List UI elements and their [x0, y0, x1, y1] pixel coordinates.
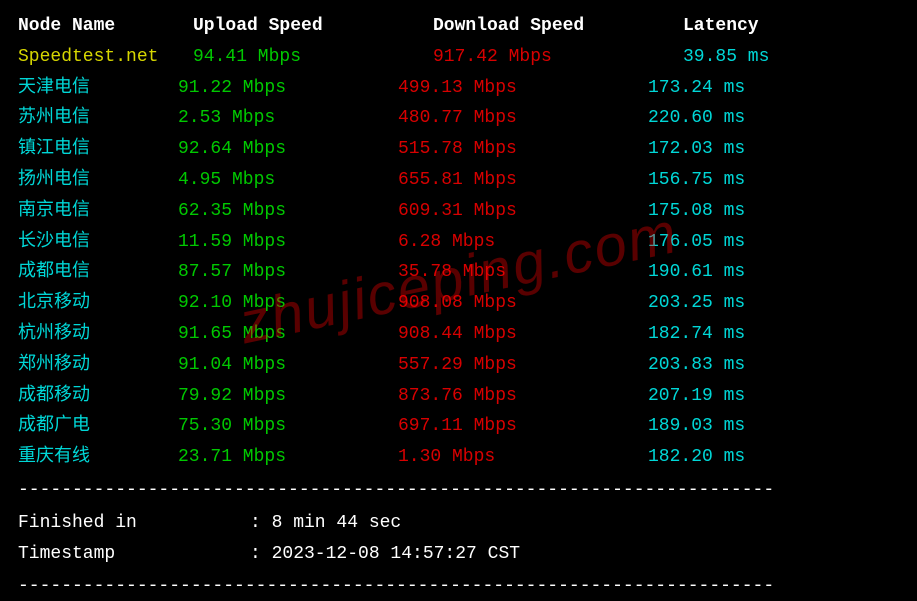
footer-timestamp: Timestamp : 2023-12-08 14:57:27 CST: [18, 540, 899, 569]
data-rows-container: 天津电信91.22 Mbps499.13 Mbps173.24 ms苏州电信2.…: [18, 74, 899, 472]
speedtest-row: Speedtest.net 94.41 Mbps 917.42 Mbps 39.…: [18, 43, 899, 72]
download-speed: 873.76 Mbps: [398, 382, 648, 411]
upload-speed: 91.65 Mbps: [178, 320, 398, 349]
latency-value: 190.61 ms: [648, 258, 899, 287]
footer-timestamp-value: : 2023-12-08 14:57:27 CST: [250, 540, 899, 569]
upload-speed: 4.95 Mbps: [178, 166, 398, 195]
upload-speed: 92.10 Mbps: [178, 289, 398, 318]
download-speed: 1.30 Mbps: [398, 443, 648, 472]
latency-value: 173.24 ms: [648, 74, 899, 103]
node-name: 长沙电信: [18, 228, 178, 257]
table-row: 长沙电信11.59 Mbps6.28 Mbps176.05 ms: [18, 228, 899, 257]
upload-speed: 23.71 Mbps: [178, 443, 398, 472]
upload-speed: 87.57 Mbps: [178, 258, 398, 287]
download-speed: 499.13 Mbps: [398, 74, 648, 103]
header-node: Node Name: [18, 12, 193, 41]
latency-value: 182.20 ms: [648, 443, 899, 472]
separator-line-2: ----------------------------------------…: [18, 572, 899, 601]
node-name: 天津电信: [18, 74, 178, 103]
table-row: 南京电信62.35 Mbps609.31 Mbps175.08 ms: [18, 197, 899, 226]
node-name: 扬州电信: [18, 166, 178, 195]
node-name: 成都移动: [18, 382, 178, 411]
latency-value: 172.03 ms: [648, 135, 899, 164]
node-name: 杭州移动: [18, 320, 178, 349]
latency-value: 220.60 ms: [648, 104, 899, 133]
upload-speed: 91.04 Mbps: [178, 351, 398, 380]
node-name: 北京移动: [18, 289, 178, 318]
node-name: 重庆有线: [18, 443, 178, 472]
upload-speed: 79.92 Mbps: [178, 382, 398, 411]
table-row: 天津电信91.22 Mbps499.13 Mbps173.24 ms: [18, 74, 899, 103]
latency-value: 189.03 ms: [648, 412, 899, 441]
speedtest-download: 917.42 Mbps: [433, 43, 683, 72]
table-row: 郑州移动91.04 Mbps557.29 Mbps203.83 ms: [18, 351, 899, 380]
download-speed: 908.44 Mbps: [398, 320, 648, 349]
table-row: 杭州移动91.65 Mbps908.44 Mbps182.74 ms: [18, 320, 899, 349]
speedtest-upload: 94.41 Mbps: [193, 43, 433, 72]
download-speed: 6.28 Mbps: [398, 228, 648, 257]
node-name: 苏州电信: [18, 104, 178, 133]
table-row: 镇江电信92.64 Mbps515.78 Mbps172.03 ms: [18, 135, 899, 164]
table-row: 苏州电信2.53 Mbps480.77 Mbps220.60 ms: [18, 104, 899, 133]
upload-speed: 75.30 Mbps: [178, 412, 398, 441]
upload-speed: 11.59 Mbps: [178, 228, 398, 257]
table-row: 成都电信87.57 Mbps35.78 Mbps190.61 ms: [18, 258, 899, 287]
table-row: 成都移动79.92 Mbps873.76 Mbps207.19 ms: [18, 382, 899, 411]
latency-value: 203.25 ms: [648, 289, 899, 318]
header-upload: Upload Speed: [193, 12, 433, 41]
node-name: 镇江电信: [18, 135, 178, 164]
latency-value: 207.19 ms: [648, 382, 899, 411]
latency-value: 203.83 ms: [648, 351, 899, 380]
header-download: Download Speed: [433, 12, 683, 41]
latency-value: 156.75 ms: [648, 166, 899, 195]
download-speed: 609.31 Mbps: [398, 197, 648, 226]
node-name: 郑州移动: [18, 351, 178, 380]
speedtest-node: Speedtest.net: [18, 43, 193, 72]
table-row: 扬州电信4.95 Mbps655.81 Mbps156.75 ms: [18, 166, 899, 195]
download-speed: 697.11 Mbps: [398, 412, 648, 441]
separator-line-1: ----------------------------------------…: [18, 476, 899, 505]
node-name: 成都电信: [18, 258, 178, 287]
download-speed: 480.77 Mbps: [398, 104, 648, 133]
upload-speed: 2.53 Mbps: [178, 104, 398, 133]
node-name: 南京电信: [18, 197, 178, 226]
latency-value: 175.08 ms: [648, 197, 899, 226]
download-speed: 515.78 Mbps: [398, 135, 648, 164]
upload-speed: 62.35 Mbps: [178, 197, 398, 226]
latency-value: 182.74 ms: [648, 320, 899, 349]
footer-timestamp-label: Timestamp: [18, 540, 250, 569]
table-header: Node Name Upload Speed Download Speed La…: [18, 12, 899, 41]
download-speed: 655.81 Mbps: [398, 166, 648, 195]
table-row: 成都广电75.30 Mbps697.11 Mbps189.03 ms: [18, 412, 899, 441]
download-speed: 557.29 Mbps: [398, 351, 648, 380]
footer-finished-label: Finished in: [18, 509, 250, 538]
speedtest-latency: 39.85 ms: [683, 43, 899, 72]
header-latency: Latency: [683, 12, 899, 41]
latency-value: 176.05 ms: [648, 228, 899, 257]
footer-finished: Finished in : 8 min 44 sec: [18, 509, 899, 538]
node-name: 成都广电: [18, 412, 178, 441]
upload-speed: 92.64 Mbps: [178, 135, 398, 164]
download-speed: 35.78 Mbps: [398, 258, 648, 287]
footer-finished-value: : 8 min 44 sec: [250, 509, 899, 538]
table-row: 重庆有线23.71 Mbps1.30 Mbps182.20 ms: [18, 443, 899, 472]
upload-speed: 91.22 Mbps: [178, 74, 398, 103]
download-speed: 908.08 Mbps: [398, 289, 648, 318]
table-row: 北京移动92.10 Mbps908.08 Mbps203.25 ms: [18, 289, 899, 318]
